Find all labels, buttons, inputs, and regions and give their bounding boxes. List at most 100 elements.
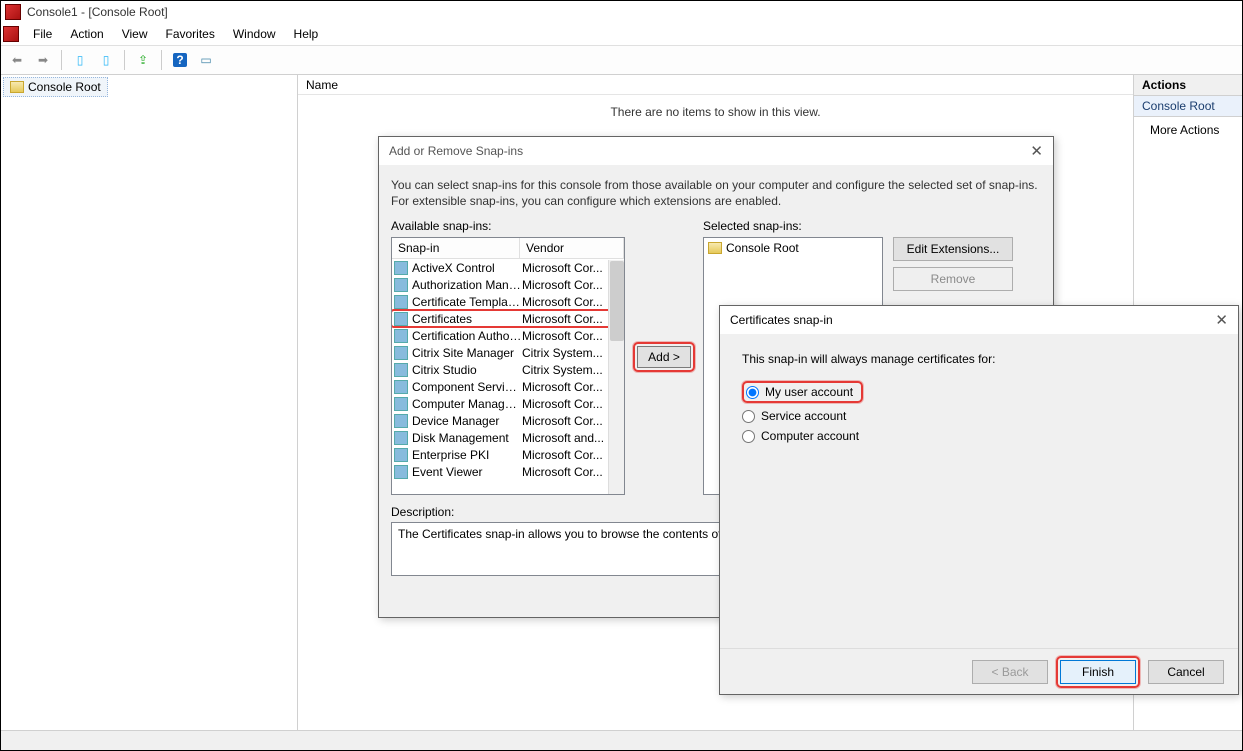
actions-more[interactable]: More Actions [1134, 117, 1242, 143]
col-snapin[interactable]: Snap-in [392, 238, 520, 258]
folder-icon [708, 242, 722, 254]
snapin-icon [394, 431, 408, 445]
properties-button[interactable] [194, 48, 218, 72]
tree-node-console-root[interactable]: Console Root [3, 77, 108, 97]
available-snapins-label: Available snap-ins: [391, 219, 625, 233]
snapin-row[interactable]: Disk ManagementMicrosoft and... [392, 429, 624, 446]
snapin-icon [394, 278, 408, 292]
status-bar [1, 730, 1242, 750]
back-button: < Back [972, 660, 1048, 684]
menu-help[interactable]: Help [286, 25, 327, 43]
certificates-snapin-dialog: Certificates snap-in ✕ This snap-in will… [719, 305, 1239, 695]
snapin-row[interactable]: Device ManagerMicrosoft Cor... [392, 412, 624, 429]
actions-header: Actions [1134, 75, 1242, 96]
snapin-name: Citrix Site Manager [410, 346, 522, 360]
show-hide-action-button[interactable] [94, 48, 118, 72]
snapin-name: Disk Management [410, 431, 522, 445]
selected-snapins-label: Selected snap-ins: [703, 219, 883, 233]
close-icon[interactable]: ✕ [1215, 311, 1228, 329]
tree-pane: Console Root [1, 75, 298, 730]
radio-label-service: Service account [761, 409, 846, 423]
snapin-name: Certificates [410, 312, 522, 326]
snapin-name: Computer Managem... [410, 397, 522, 411]
toolbar-sep [124, 50, 125, 70]
toolbar [1, 45, 1242, 75]
snapin-name: Enterprise PKI [410, 448, 522, 462]
back-button[interactable] [5, 48, 29, 72]
selected-item-console-root[interactable]: Console Root [706, 240, 880, 256]
doc-icon [3, 26, 19, 42]
scrollbar-thumb[interactable] [610, 261, 624, 341]
dialog-title: Certificates snap-in [730, 313, 833, 327]
snapin-name: Citrix Studio [410, 363, 522, 377]
menu-favorites[interactable]: Favorites [158, 25, 223, 43]
col-vendor[interactable]: Vendor [520, 238, 624, 258]
toolbar-sep [161, 50, 162, 70]
export-list-button[interactable] [131, 48, 155, 72]
snapin-name: Authorization Manager [410, 278, 522, 292]
cancel-button[interactable]: Cancel [1148, 660, 1224, 684]
radio-my-user-account[interactable] [746, 386, 759, 399]
snapin-icon [394, 329, 408, 343]
help-button[interactable] [168, 48, 192, 72]
dialog-title: Add or Remove Snap-ins [389, 144, 523, 158]
snapin-row[interactable]: Component ServicesMicrosoft Cor... [392, 378, 624, 395]
selected-item-label: Console Root [726, 241, 799, 255]
snapin-name: Component Services [410, 380, 522, 394]
snapin-row[interactable]: Certificate TemplatesMicrosoft Cor... [392, 293, 624, 310]
app-icon [5, 4, 21, 20]
forward-button[interactable] [31, 48, 55, 72]
snapin-name: Event Viewer [410, 465, 522, 479]
radio-label-computer: Computer account [761, 429, 859, 443]
snapin-name: Certification Authority [410, 329, 522, 343]
snapin-row[interactable]: Citrix StudioCitrix System... [392, 361, 624, 378]
snapin-name: Certificate Templates [410, 295, 522, 309]
snapin-name: ActiveX Control [410, 261, 522, 275]
snapin-row[interactable]: Enterprise PKIMicrosoft Cor... [392, 446, 624, 463]
close-icon[interactable]: ✕ [1030, 142, 1043, 160]
show-hide-tree-button[interactable] [68, 48, 92, 72]
column-header-name[interactable]: Name [298, 75, 1133, 95]
snapin-icon [394, 346, 408, 360]
scrollbar[interactable] [608, 260, 624, 494]
actions-subheader: Console Root [1134, 96, 1242, 117]
menu-view[interactable]: View [114, 25, 156, 43]
window-titlebar: Console1 - [Console Root] [1, 1, 1242, 23]
menu-action[interactable]: Action [62, 25, 111, 43]
finish-button[interactable]: Finish [1060, 660, 1136, 684]
cert-dialog-lead: This snap-in will always manage certific… [742, 352, 1216, 366]
snapin-icon [394, 380, 408, 394]
folder-icon [10, 81, 24, 93]
dialog-description: You can select snap-ins for this console… [391, 177, 1041, 209]
snapin-icon [394, 363, 408, 377]
snapin-icon [394, 465, 408, 479]
snapin-name: Device Manager [410, 414, 522, 428]
snapin-icon [394, 414, 408, 428]
snapin-row[interactable]: Certification AuthorityMicrosoft Cor... [392, 327, 624, 344]
snapin-icon [394, 448, 408, 462]
menu-file[interactable]: File [25, 25, 60, 43]
radio-label-user: My user account [765, 385, 853, 399]
menu-bar: File Action View Favorites Window Help [1, 23, 1242, 45]
tree-node-label: Console Root [28, 80, 101, 94]
snapin-row[interactable]: CertificatesMicrosoft Cor... [392, 310, 624, 327]
remove-button: Remove [893, 267, 1013, 291]
edit-extensions-button[interactable]: Edit Extensions... [893, 237, 1013, 261]
snapin-row[interactable]: ActiveX ControlMicrosoft Cor... [392, 259, 624, 276]
add-button[interactable]: Add > [637, 346, 691, 368]
snapin-icon [394, 295, 408, 309]
toolbar-sep [61, 50, 62, 70]
snapin-row[interactable]: Computer Managem...Microsoft Cor... [392, 395, 624, 412]
snapin-icon [394, 261, 408, 275]
menu-window[interactable]: Window [225, 25, 284, 43]
snapin-row[interactable]: Citrix Site ManagerCitrix System... [392, 344, 624, 361]
window-title: Console1 - [Console Root] [27, 5, 168, 19]
list-header: Snap-in Vendor [392, 238, 624, 259]
radio-service-account[interactable] [742, 410, 755, 423]
snapin-icon [394, 312, 408, 326]
snapin-icon [394, 397, 408, 411]
radio-computer-account[interactable] [742, 430, 755, 443]
snapin-row[interactable]: Event ViewerMicrosoft Cor... [392, 463, 624, 480]
snapin-row[interactable]: Authorization ManagerMicrosoft Cor... [392, 276, 624, 293]
available-snapins-list[interactable]: Snap-in Vendor ActiveX ControlMicrosoft … [391, 237, 625, 495]
